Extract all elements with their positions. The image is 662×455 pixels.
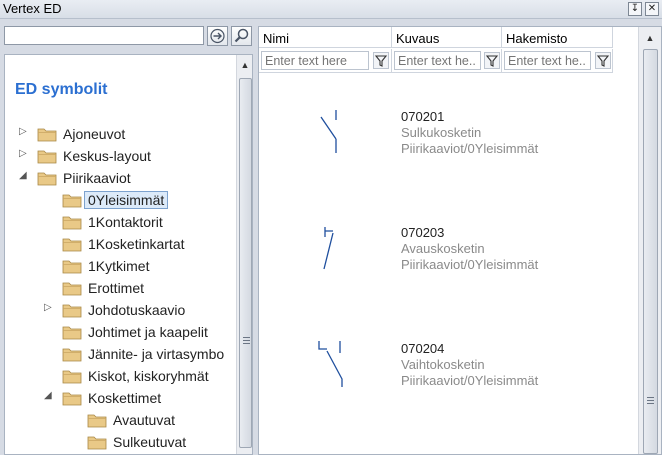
tree-node-label: Sulkeutuvat (113, 434, 187, 450)
filter-input-kuvaus[interactable] (394, 51, 481, 70)
closing-contact-symbol (320, 110, 337, 153)
item-description: Sulkukosketin (401, 125, 482, 140)
filter-icon (596, 55, 610, 67)
item-code: 070204 (401, 341, 445, 356)
tree-node-label: Keskus-layout (63, 148, 151, 164)
folder-icon (37, 150, 57, 164)
filter-input-nimi[interactable] (261, 51, 369, 70)
tree-node-label: 1Kontaktorit (88, 214, 163, 230)
window-title: Vertex ED (3, 1, 62, 16)
column-header-nimi[interactable]: Nimi (259, 27, 392, 48)
close-button[interactable]: ✕ (645, 2, 659, 16)
item-code: 070203 (401, 225, 445, 240)
tree-node-label: Piirikaaviot (63, 170, 131, 186)
tree-scroll-thumb[interactable] (239, 78, 252, 448)
tree-node-label: Johdotuskaavio (88, 302, 186, 318)
close-icon: ✕ (647, 3, 657, 14)
tree-node-label: 0Yleisimmät (84, 191, 169, 209)
expand-arrow-icon[interactable]: ▷ (19, 148, 31, 159)
column-header-kuvaus[interactable]: Kuvaus (392, 27, 502, 48)
scroll-up-arrow-icon[interactable]: ▲ (642, 30, 658, 46)
left-panel: ED symbolit ▷ Ajoneuvot ▷ Keskus-layout ◢ Pii… (0, 20, 256, 455)
folder-icon (62, 348, 82, 362)
tree-scrollbar[interactable]: ▲ (236, 55, 252, 454)
filter-cell-kuvaus (392, 49, 502, 73)
tree-node-label: Erottimet (88, 280, 145, 296)
filter-cell-nimi (259, 49, 392, 73)
folder-icon (62, 392, 82, 406)
column-header-hakemisto[interactable]: Hakemisto (502, 27, 613, 48)
item-path: Piirikaaviot/0Yleisimmät (401, 141, 539, 156)
tree-node-label: 1Kosketinkartat (88, 236, 185, 252)
folder-icon (62, 326, 82, 340)
tree-node-label: Koskettimet (88, 390, 162, 406)
folder-icon (87, 414, 107, 428)
folder-icon (62, 304, 82, 318)
filter-icon (485, 55, 499, 67)
filter-button-nimi[interactable] (373, 52, 389, 69)
folder-icon (87, 436, 107, 450)
changeover-contact-symbol (318, 341, 343, 387)
pin-icon: ↧ (630, 3, 640, 14)
grid-scrollbar[interactable]: ▲ (638, 27, 661, 454)
tree-heading: ED symbolit (15, 81, 108, 98)
symbol-tree: ED symbolit ▷ Ajoneuvot ▷ Keskus-layout ◢ Pii… (4, 54, 253, 455)
item-code: 070201 (401, 109, 445, 124)
folder-icon (62, 238, 82, 252)
arrow-right-icon (210, 28, 225, 44)
filter-input-hakemisto[interactable] (504, 51, 591, 70)
filter-cell-hakemisto (502, 49, 613, 73)
tree-node-label: Johtimet ja kaapelit (88, 324, 208, 340)
pin-button[interactable]: ↧ (628, 2, 642, 16)
folder-icon (62, 282, 82, 296)
filter-button-kuvaus[interactable] (484, 52, 500, 69)
expand-arrow-icon[interactable]: ▷ (44, 302, 56, 313)
item-description: Avauskosketin (401, 241, 485, 256)
folder-icon (37, 172, 57, 186)
opening-contact-symbol (323, 227, 334, 270)
tree-node-label: Kiskot, kiskoryhmät (88, 368, 209, 384)
filter-icon (374, 55, 388, 67)
folder-icon (37, 128, 57, 142)
search-icon (234, 28, 249, 43)
collapse-arrow-icon[interactable]: ◢ (44, 390, 56, 401)
scroll-up-arrow-icon[interactable]: ▲ (237, 57, 252, 73)
folder-icon (62, 370, 82, 384)
item-description: Vaihtokosketin (401, 357, 485, 372)
item-path: Piirikaaviot/0Yleisimmät (401, 373, 539, 388)
tree-node-label: 1Kytkimet (88, 258, 150, 274)
filter-button-hakemisto[interactable] (595, 52, 611, 69)
go-button[interactable] (207, 26, 228, 46)
expand-arrow-icon[interactable]: ▷ (19, 126, 31, 137)
folder-icon (62, 260, 82, 274)
tree-node-label: Ajoneuvot (63, 126, 126, 142)
tree-node-label: Jännite- ja virtasymbo (88, 346, 225, 362)
search-input[interactable] (4, 26, 204, 45)
title-bar: Vertex ED ↧ ✕ (0, 0, 662, 19)
grid-scroll-thumb[interactable] (643, 49, 658, 454)
collapse-arrow-icon[interactable]: ◢ (19, 170, 31, 181)
vertex-ed-window: Vertex ED ↧ ✕ ED symbolit ▷ Ajoneuvot ▷ Kes… (0, 0, 662, 455)
tree-node-label: Avautuvat (113, 412, 176, 428)
item-path: Piirikaaviot/0Yleisimmät (401, 257, 539, 272)
folder-icon (62, 194, 82, 208)
find-button[interactable] (231, 26, 252, 46)
folder-icon (62, 216, 82, 230)
symbol-grid: Nimi Kuvaus Hakemisto 070201 (258, 26, 662, 455)
